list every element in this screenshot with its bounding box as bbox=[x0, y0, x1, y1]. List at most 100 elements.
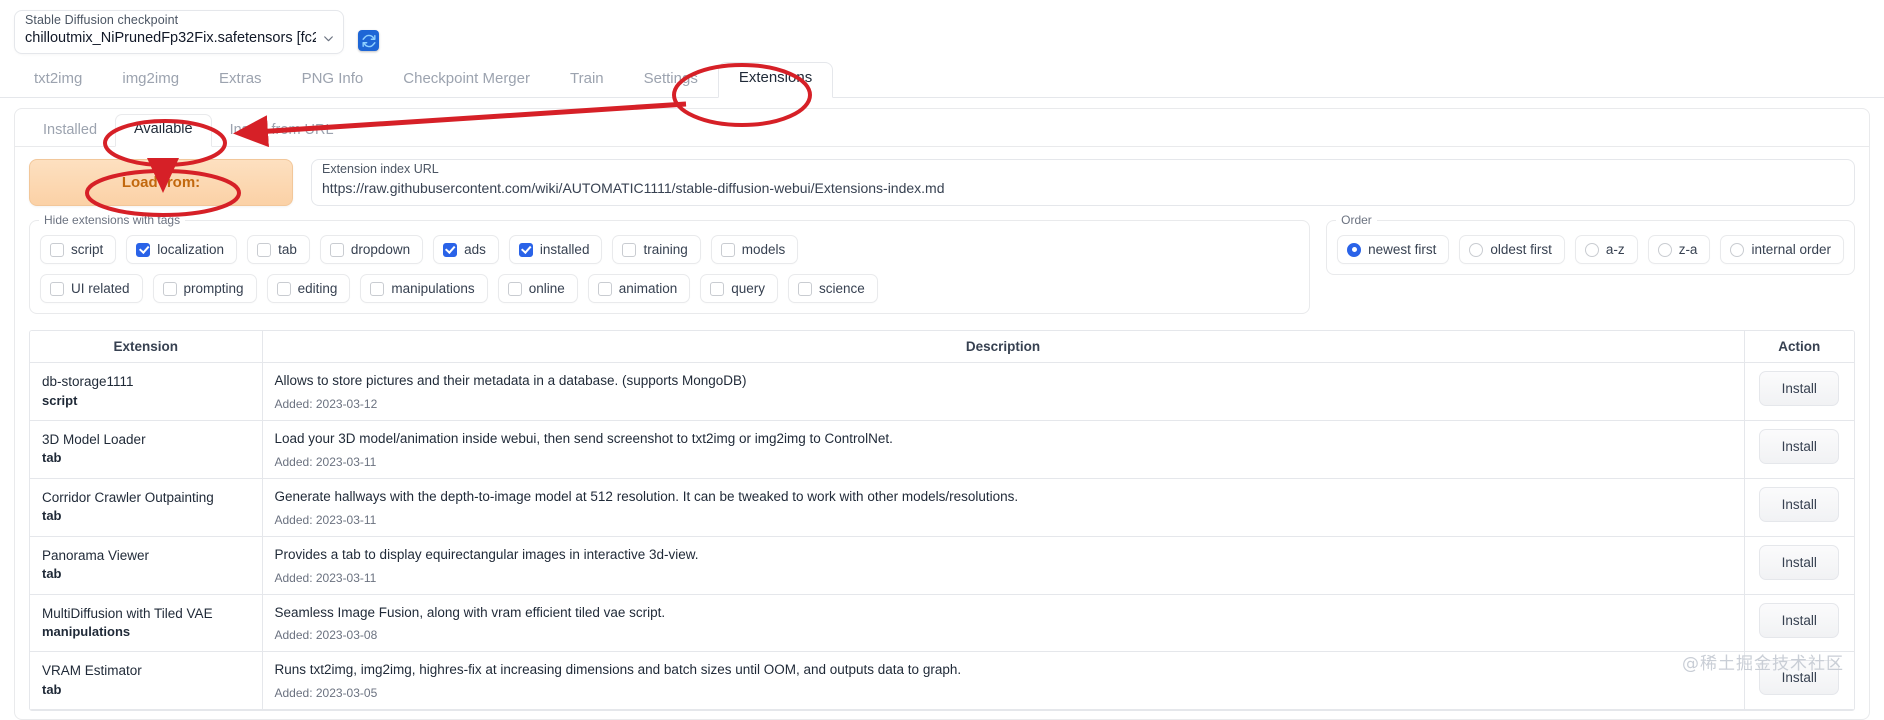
tab-checkpoint-merger[interactable]: Checkpoint Merger bbox=[383, 64, 550, 98]
tags-row-1: script localization tab dropdown ads ins… bbox=[40, 235, 1299, 264]
extension-index-url-field[interactable]: Extension index URL https://raw.githubus… bbox=[311, 159, 1855, 206]
tag-checkbox-models[interactable]: models bbox=[710, 235, 799, 264]
chevron-down-icon bbox=[322, 32, 335, 45]
install-button[interactable]: Install bbox=[1759, 660, 1840, 696]
tag-label: training bbox=[643, 242, 688, 257]
order-label: oldest first bbox=[1490, 242, 1552, 257]
tab-txt2img[interactable]: txt2img bbox=[14, 64, 102, 98]
subtab-available[interactable]: Available bbox=[115, 114, 212, 147]
radio-icon bbox=[1657, 242, 1672, 257]
extension-name: MultiDiffusion with Tiled VAE bbox=[42, 605, 213, 621]
checkbox-icon bbox=[257, 242, 272, 257]
tag-checkbox-ui-related[interactable]: UI related bbox=[40, 274, 143, 303]
tags-legend: Hide extensions with tags bbox=[39, 213, 186, 227]
extension-description: Allows to store pictures and their metad… bbox=[274, 373, 747, 388]
order-radio-z-a[interactable]: z-a bbox=[1647, 235, 1711, 264]
tag-checkbox-installed[interactable]: installed bbox=[508, 235, 603, 264]
checkpoint-dropdown[interactable]: Stable Diffusion checkpoint chilloutmix_… bbox=[14, 10, 344, 54]
tags-row-2: UI related prompting editing manipulatio… bbox=[40, 274, 1299, 303]
extension-added-date: Added: 2023-03-11 bbox=[274, 570, 377, 585]
tag-checkbox-editing[interactable]: editing bbox=[266, 274, 351, 303]
table-row: Corridor Crawler Outpainting tab Generat… bbox=[30, 478, 1854, 537]
tag-checkbox-prompting[interactable]: prompting bbox=[152, 274, 257, 303]
load-from-button[interactable]: Load from: bbox=[29, 159, 293, 206]
order-legend: Order bbox=[1336, 213, 1377, 227]
tag-label: models bbox=[741, 242, 786, 257]
cell-extension: 3D Model Loader tab bbox=[30, 420, 263, 479]
checkbox-icon bbox=[798, 281, 813, 296]
tag-checkbox-tab[interactable]: tab bbox=[247, 235, 310, 264]
column-header-description: Description bbox=[262, 331, 1745, 363]
refresh-icon[interactable] bbox=[358, 30, 379, 51]
tag-label: UI related bbox=[71, 281, 130, 296]
tag-checkbox-script[interactable]: script bbox=[40, 235, 117, 264]
table-header-row: Extension Description Action bbox=[30, 331, 1854, 363]
order-radio-newest-first[interactable]: newest first bbox=[1337, 235, 1450, 264]
tag-checkbox-animation[interactable]: animation bbox=[587, 274, 691, 303]
install-button[interactable]: Install bbox=[1759, 428, 1840, 464]
cell-extension: Corridor Crawler Outpainting tab bbox=[30, 478, 263, 537]
tag-checkbox-science[interactable]: science bbox=[788, 274, 878, 303]
checkpoint-bar: Stable Diffusion checkpoint chilloutmix_… bbox=[0, 0, 1884, 54]
tag-checkbox-localization[interactable]: localization bbox=[126, 235, 238, 264]
extensions-subtabs: Installed Available Install from URL bbox=[15, 109, 1869, 147]
cell-extension: VRAM Estimator tab bbox=[30, 651, 263, 711]
tag-label: prompting bbox=[183, 281, 244, 296]
tab-extensions[interactable]: Extensions bbox=[717, 62, 834, 98]
column-header-action: Action bbox=[1744, 331, 1854, 363]
order-radio-a-z[interactable]: a-z bbox=[1574, 235, 1638, 264]
cell-action: Install bbox=[1744, 651, 1854, 711]
extension-tag: tab bbox=[42, 450, 62, 466]
tag-label: science bbox=[819, 281, 865, 296]
checkbox-icon bbox=[370, 281, 385, 296]
extension-name: Corridor Crawler Outpainting bbox=[42, 489, 214, 505]
install-button[interactable]: Install bbox=[1759, 486, 1840, 522]
extension-name: VRAM Estimator bbox=[42, 663, 142, 679]
tag-label: ads bbox=[464, 242, 486, 257]
checkbox-icon bbox=[720, 242, 735, 257]
order-label: internal order bbox=[1751, 242, 1831, 257]
tag-checkbox-training[interactable]: training bbox=[612, 235, 701, 264]
tag-checkbox-dropdown[interactable]: dropdown bbox=[319, 235, 424, 264]
extension-index-url-value: https://raw.githubusercontent.com/wiki/A… bbox=[322, 180, 945, 196]
install-button[interactable]: Install bbox=[1759, 544, 1840, 580]
tab-extras[interactable]: Extras bbox=[199, 64, 282, 98]
order-radio-internal-order[interactable]: internal order bbox=[1720, 235, 1844, 264]
tag-label: installed bbox=[539, 242, 590, 257]
tab-settings[interactable]: Settings bbox=[624, 64, 718, 98]
table-row: Panorama Viewer tab Provides a tab to di… bbox=[30, 536, 1854, 595]
subtab-install-from-url[interactable]: Install from URL bbox=[212, 116, 352, 147]
cell-description: Allows to store pictures and their metad… bbox=[262, 362, 1745, 421]
hide-extensions-with-tags-group: Hide extensions with tags script localiz… bbox=[29, 213, 1311, 314]
cell-description: Load your 3D model/animation inside webu… bbox=[262, 420, 1745, 479]
tag-checkbox-ads[interactable]: ads bbox=[433, 235, 499, 264]
extension-index-url-label: Extension index URL bbox=[322, 162, 439, 176]
tag-checkbox-online[interactable]: online bbox=[497, 274, 578, 303]
extension-added-date: Added: 2023-03-11 bbox=[274, 454, 377, 469]
checkbox-icon bbox=[50, 242, 64, 257]
order-label: newest first bbox=[1368, 242, 1437, 257]
tab-img2img[interactable]: img2img bbox=[102, 64, 199, 98]
radio-icon bbox=[1469, 242, 1484, 257]
cell-description: Seamless Image Fusion, along with vram e… bbox=[262, 594, 1745, 653]
table-row: db-storage1111 script Allows to store pi… bbox=[30, 362, 1854, 421]
subtab-installed[interactable]: Installed bbox=[25, 116, 115, 147]
checkbox-icon bbox=[507, 281, 522, 296]
checkbox-icon bbox=[136, 242, 151, 257]
tag-checkbox-query[interactable]: query bbox=[700, 274, 779, 303]
checkbox-icon bbox=[50, 281, 64, 296]
order-radio-oldest-first[interactable]: oldest first bbox=[1459, 235, 1565, 264]
extension-description: Provides a tab to display equirectangula… bbox=[274, 546, 699, 562]
radio-icon bbox=[1584, 242, 1599, 257]
tag-label: tab bbox=[278, 242, 297, 257]
extension-name: Panorama Viewer bbox=[42, 547, 150, 563]
tag-label: online bbox=[528, 281, 565, 296]
cell-extension: Panorama Viewer tab bbox=[30, 536, 263, 595]
install-button[interactable]: Install bbox=[1759, 371, 1840, 406]
extension-tag: tab bbox=[42, 566, 62, 582]
tag-checkbox-manipulations[interactable]: manipulations bbox=[360, 274, 488, 303]
tab-train[interactable]: Train bbox=[550, 64, 624, 98]
install-button[interactable]: Install bbox=[1759, 602, 1840, 638]
tab-png-info[interactable]: PNG Info bbox=[282, 64, 384, 98]
checkpoint-label: Stable Diffusion checkpoint bbox=[25, 13, 179, 27]
